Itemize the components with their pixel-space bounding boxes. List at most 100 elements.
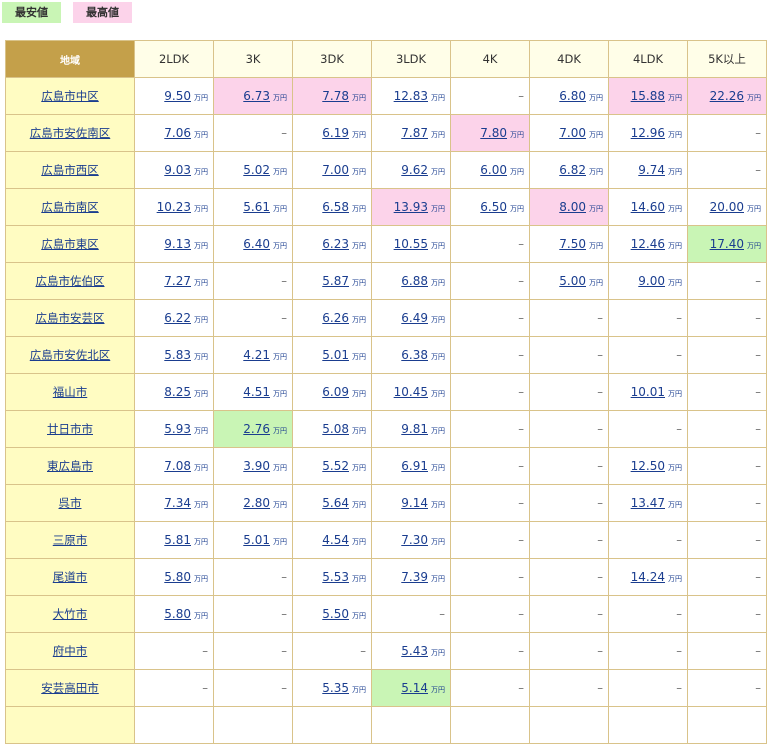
price-link[interactable]: 5.01 bbox=[243, 533, 270, 547]
area-link[interactable]: 広島市南区 bbox=[41, 200, 99, 214]
price-link[interactable]: 9.81 bbox=[401, 422, 428, 436]
area-link[interactable]: 広島市佐伯区 bbox=[36, 274, 105, 288]
price-link[interactable]: 6.49 bbox=[401, 311, 428, 325]
price-link[interactable]: 7.08 bbox=[164, 459, 191, 473]
area-link[interactable]: 府中市 bbox=[53, 644, 88, 658]
price-link[interactable]: 6.40 bbox=[243, 237, 270, 251]
price-link[interactable]: 6.38 bbox=[401, 348, 428, 362]
price-cell: – bbox=[450, 336, 530, 374]
price-link[interactable]: 6.00 bbox=[480, 163, 507, 177]
price-link[interactable]: 6.22 bbox=[164, 311, 191, 325]
price-link[interactable]: 2.80 bbox=[243, 496, 270, 510]
price-link[interactable]: 12.46 bbox=[631, 237, 665, 251]
area-link[interactable]: 三原市 bbox=[53, 533, 88, 547]
price-link[interactable]: 5.50 bbox=[322, 607, 349, 621]
price-link[interactable]: 5.53 bbox=[322, 570, 349, 584]
price-link[interactable]: 6.58 bbox=[322, 200, 349, 214]
area-link[interactable]: 広島市東区 bbox=[41, 237, 99, 251]
price-link[interactable]: 9.50 bbox=[164, 89, 191, 103]
area-link[interactable]: 広島市安佐北区 bbox=[30, 348, 111, 362]
price-link[interactable]: 15.88 bbox=[631, 89, 665, 103]
price-link[interactable]: 6.82 bbox=[559, 163, 586, 177]
price-link[interactable]: 5.01 bbox=[322, 348, 349, 362]
price-link[interactable]: 17.40 bbox=[710, 237, 744, 251]
price-link[interactable]: 6.50 bbox=[480, 200, 507, 214]
area-link[interactable]: 広島市安芸区 bbox=[36, 311, 105, 325]
price-link[interactable]: 5.64 bbox=[322, 496, 349, 510]
price-link[interactable]: 10.23 bbox=[157, 200, 191, 214]
price-link[interactable]: 7.30 bbox=[401, 533, 428, 547]
price-link[interactable]: 7.39 bbox=[401, 570, 428, 584]
price-link[interactable]: 7.00 bbox=[559, 126, 586, 140]
price-link[interactable]: 5.80 bbox=[164, 570, 191, 584]
price-link[interactable]: 9.74 bbox=[638, 163, 665, 177]
price-link[interactable]: 5.52 bbox=[322, 459, 349, 473]
area-link[interactable]: 福山市 bbox=[53, 385, 88, 399]
price-link[interactable]: 7.80 bbox=[480, 126, 507, 140]
area-link[interactable]: 廿日市市 bbox=[47, 422, 93, 436]
price-link[interactable]: 4.51 bbox=[243, 385, 270, 399]
price-link[interactable]: 9.03 bbox=[164, 163, 191, 177]
unit-label: 万円 bbox=[668, 279, 682, 287]
price-link[interactable]: 4.54 bbox=[322, 533, 349, 547]
empty-dash: – bbox=[597, 348, 603, 362]
price-link[interactable]: 5.61 bbox=[243, 200, 270, 214]
price-link[interactable]: 6.26 bbox=[322, 311, 349, 325]
price-link[interactable]: 13.47 bbox=[631, 496, 665, 510]
price-link[interactable]: 10.45 bbox=[394, 385, 428, 399]
price-link[interactable]: 7.27 bbox=[164, 274, 191, 288]
price-link[interactable]: 5.14 bbox=[401, 681, 428, 695]
price-link[interactable]: 8.25 bbox=[164, 385, 191, 399]
price-link[interactable]: 5.81 bbox=[164, 533, 191, 547]
price-link[interactable]: 7.50 bbox=[559, 237, 586, 251]
price-link[interactable]: 6.09 bbox=[322, 385, 349, 399]
price-link[interactable]: 6.91 bbox=[401, 459, 428, 473]
price-link[interactable]: 12.96 bbox=[631, 126, 665, 140]
price-link[interactable]: 7.78 bbox=[322, 89, 349, 103]
area-link[interactable]: 呉市 bbox=[59, 496, 82, 510]
price-link[interactable]: 10.55 bbox=[394, 237, 428, 251]
price-link[interactable]: 20.00 bbox=[710, 200, 744, 214]
price-link[interactable]: 9.14 bbox=[401, 496, 428, 510]
price-link[interactable]: 3.90 bbox=[243, 459, 270, 473]
price-link[interactable]: 5.08 bbox=[322, 422, 349, 436]
area-link[interactable]: 安芸高田市 bbox=[41, 681, 99, 695]
price-link[interactable]: 5.87 bbox=[322, 274, 349, 288]
price-link[interactable]: 6.88 bbox=[401, 274, 428, 288]
price-link[interactable]: 4.21 bbox=[243, 348, 270, 362]
price-link[interactable]: 14.60 bbox=[631, 200, 665, 214]
price-link[interactable]: 9.00 bbox=[638, 274, 665, 288]
price-link[interactable]: 7.87 bbox=[401, 126, 428, 140]
price-link[interactable]: 9.62 bbox=[401, 163, 428, 177]
price-link[interactable]: 12.50 bbox=[631, 459, 665, 473]
price-link[interactable]: 2.76 bbox=[243, 422, 270, 436]
area-link[interactable]: 広島市安佐南区 bbox=[30, 126, 111, 140]
price-link[interactable]: 14.24 bbox=[631, 570, 665, 584]
price-link[interactable]: 13.93 bbox=[394, 200, 428, 214]
area-link[interactable]: 尾道市 bbox=[53, 570, 88, 584]
price-link[interactable]: 5.80 bbox=[164, 607, 191, 621]
price-link[interactable]: 6.73 bbox=[243, 89, 270, 103]
price-link[interactable]: 7.06 bbox=[164, 126, 191, 140]
price-link[interactable]: 6.19 bbox=[322, 126, 349, 140]
price-link[interactable]: 22.26 bbox=[710, 89, 744, 103]
price-link[interactable]: 6.23 bbox=[322, 237, 349, 251]
price-link[interactable]: 5.02 bbox=[243, 163, 270, 177]
price-link[interactable]: 5.35 bbox=[322, 681, 349, 695]
price-link[interactable]: 7.00 bbox=[322, 163, 349, 177]
price-link[interactable]: 5.43 bbox=[401, 644, 428, 658]
price-link[interactable]: 5.93 bbox=[164, 422, 191, 436]
price-link[interactable]: 8.00 bbox=[559, 200, 586, 214]
area-link[interactable]: 広島市中区 bbox=[41, 89, 99, 103]
price-link[interactable]: 5.00 bbox=[559, 274, 586, 288]
price-cell: – bbox=[213, 669, 293, 707]
area-link[interactable]: 大竹市 bbox=[53, 607, 88, 621]
price-link[interactable]: 6.80 bbox=[559, 89, 586, 103]
area-link[interactable]: 広島市西区 bbox=[41, 163, 99, 177]
price-link[interactable]: 9.13 bbox=[164, 237, 191, 251]
area-link[interactable]: 東広島市 bbox=[47, 459, 93, 473]
price-link[interactable]: 5.83 bbox=[164, 348, 191, 362]
price-link[interactable]: 10.01 bbox=[631, 385, 665, 399]
price-link[interactable]: 12.83 bbox=[394, 89, 428, 103]
price-link[interactable]: 7.34 bbox=[164, 496, 191, 510]
